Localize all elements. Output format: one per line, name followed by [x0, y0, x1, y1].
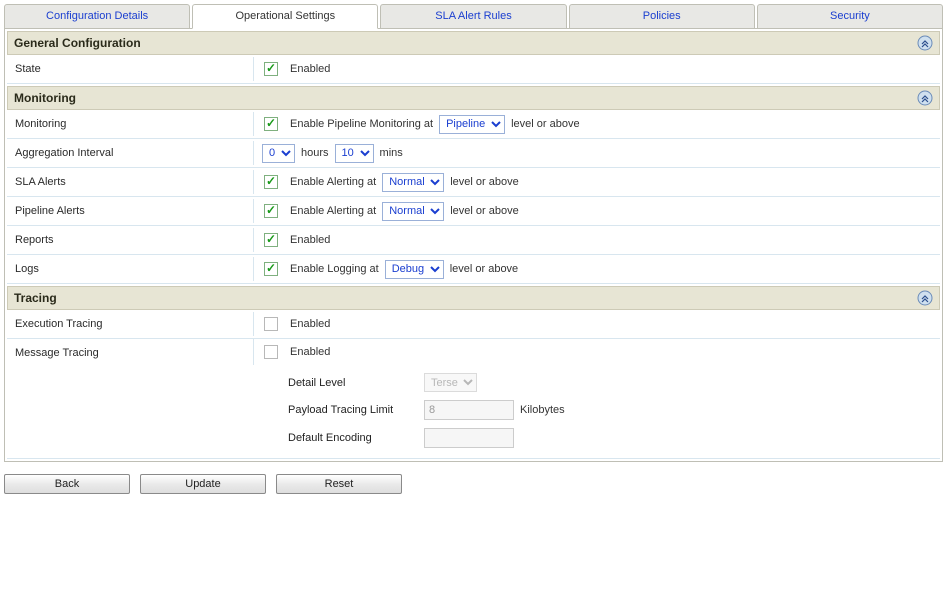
label-pipeline-alerts: Pipeline Alerts — [7, 199, 254, 223]
checkbox-exec-tracing[interactable] — [264, 317, 278, 331]
text-sla-suffix: level or above — [450, 176, 519, 188]
checkbox-pipeline-alerts[interactable] — [264, 204, 278, 218]
label-sla: SLA Alerts — [7, 170, 254, 194]
row-pipeline-alerts: Pipeline Alerts Enable Alerting at Norma… — [7, 197, 940, 226]
select-logs-level[interactable]: Debug — [385, 260, 444, 279]
text-payload-unit: Kilobytes — [520, 404, 565, 416]
section-title-monitoring: Monitoring — [14, 91, 76, 105]
input-default-encoding[interactable] — [424, 428, 514, 448]
tab-policies[interactable]: Policies — [569, 4, 755, 29]
text-monitoring-suffix: level or above — [511, 118, 580, 130]
section-header-monitoring: Monitoring — [7, 86, 940, 110]
checkbox-monitoring[interactable] — [264, 117, 278, 131]
row-logs: Logs Enable Logging at Debug level or ab… — [7, 255, 940, 284]
button-row: Back Update Reset — [4, 474, 943, 494]
label-payload-limit: Payload Tracing Limit — [288, 404, 418, 416]
section-title-general: General Configuration — [14, 36, 141, 50]
reset-button[interactable]: Reset — [276, 474, 402, 494]
label-msg-tracing: Message Tracing — [7, 339, 254, 365]
text-agg-mins: mins — [380, 147, 403, 159]
text-monitoring-prefix: Enable Pipeline Monitoring at — [290, 118, 433, 130]
text-pipeline-suffix: level or above — [450, 205, 519, 217]
text-sla-prefix: Enable Alerting at — [290, 176, 376, 188]
label-state: State — [7, 57, 254, 81]
label-reports: Reports — [7, 228, 254, 252]
label-detail-level: Detail Level — [288, 377, 418, 389]
section-header-tracing: Tracing — [7, 286, 940, 310]
checkbox-state[interactable] — [264, 62, 278, 76]
label-default-encoding: Default Encoding — [288, 432, 418, 444]
select-sla-level[interactable]: Normal — [382, 173, 444, 192]
tab-sla-alert-rules[interactable]: SLA Alert Rules — [380, 4, 566, 29]
tab-operational-settings[interactable]: Operational Settings — [192, 4, 378, 29]
checkbox-sla[interactable] — [264, 175, 278, 189]
checkbox-msg-tracing[interactable] — [264, 345, 278, 359]
operational-settings-panel: General Configuration State Enabled Moni… — [4, 28, 943, 462]
row-sla-alerts: SLA Alerts Enable Alerting at Normal lev… — [7, 168, 940, 197]
collapse-icon[interactable] — [917, 35, 933, 51]
label-aggregation: Aggregation Interval — [7, 141, 254, 165]
tab-bar: Configuration Details Operational Settin… — [4, 4, 943, 29]
checkbox-reports[interactable] — [264, 233, 278, 247]
text-logs-prefix: Enable Logging at — [290, 263, 379, 275]
text-state-enabled: Enabled — [290, 63, 330, 75]
row-aggregation-interval: Aggregation Interval 0 hours 10 mins — [7, 139, 940, 168]
back-button[interactable]: Back — [4, 474, 130, 494]
collapse-icon[interactable] — [917, 290, 933, 306]
row-monitoring: Monitoring Enable Pipeline Monitoring at… — [7, 110, 940, 139]
section-title-tracing: Tracing — [14, 291, 57, 305]
text-pipeline-prefix: Enable Alerting at — [290, 205, 376, 217]
label-monitoring: Monitoring — [7, 112, 254, 136]
text-agg-hours: hours — [301, 147, 329, 159]
collapse-icon[interactable] — [917, 90, 933, 106]
text-msg-enabled: Enabled — [290, 346, 330, 358]
checkbox-logs[interactable] — [264, 262, 278, 276]
section-header-general: General Configuration — [7, 31, 940, 55]
label-exec-tracing: Execution Tracing — [7, 312, 254, 336]
select-agg-mins[interactable]: 10 — [335, 144, 374, 163]
row-state: State Enabled — [7, 55, 940, 84]
text-logs-suffix: level or above — [450, 263, 519, 275]
row-exec-tracing: Execution Tracing Enabled — [7, 310, 940, 339]
tab-configuration-details[interactable]: Configuration Details — [4, 4, 190, 29]
text-exec-enabled: Enabled — [290, 318, 330, 330]
select-pipeline-level[interactable]: Normal — [382, 202, 444, 221]
input-payload-limit[interactable] — [424, 400, 514, 420]
select-agg-hours[interactable]: 0 — [262, 144, 295, 163]
row-reports: Reports Enabled — [7, 226, 940, 255]
update-button[interactable]: Update — [140, 474, 266, 494]
tab-security[interactable]: Security — [757, 4, 943, 29]
text-reports-enabled: Enabled — [290, 234, 330, 246]
select-detail-level[interactable]: Terse — [424, 373, 477, 392]
select-monitoring-level[interactable]: Pipeline — [439, 115, 505, 134]
row-msg-tracing: Message Tracing Enabled Detail Level Ter… — [7, 339, 940, 459]
label-logs: Logs — [7, 257, 254, 281]
